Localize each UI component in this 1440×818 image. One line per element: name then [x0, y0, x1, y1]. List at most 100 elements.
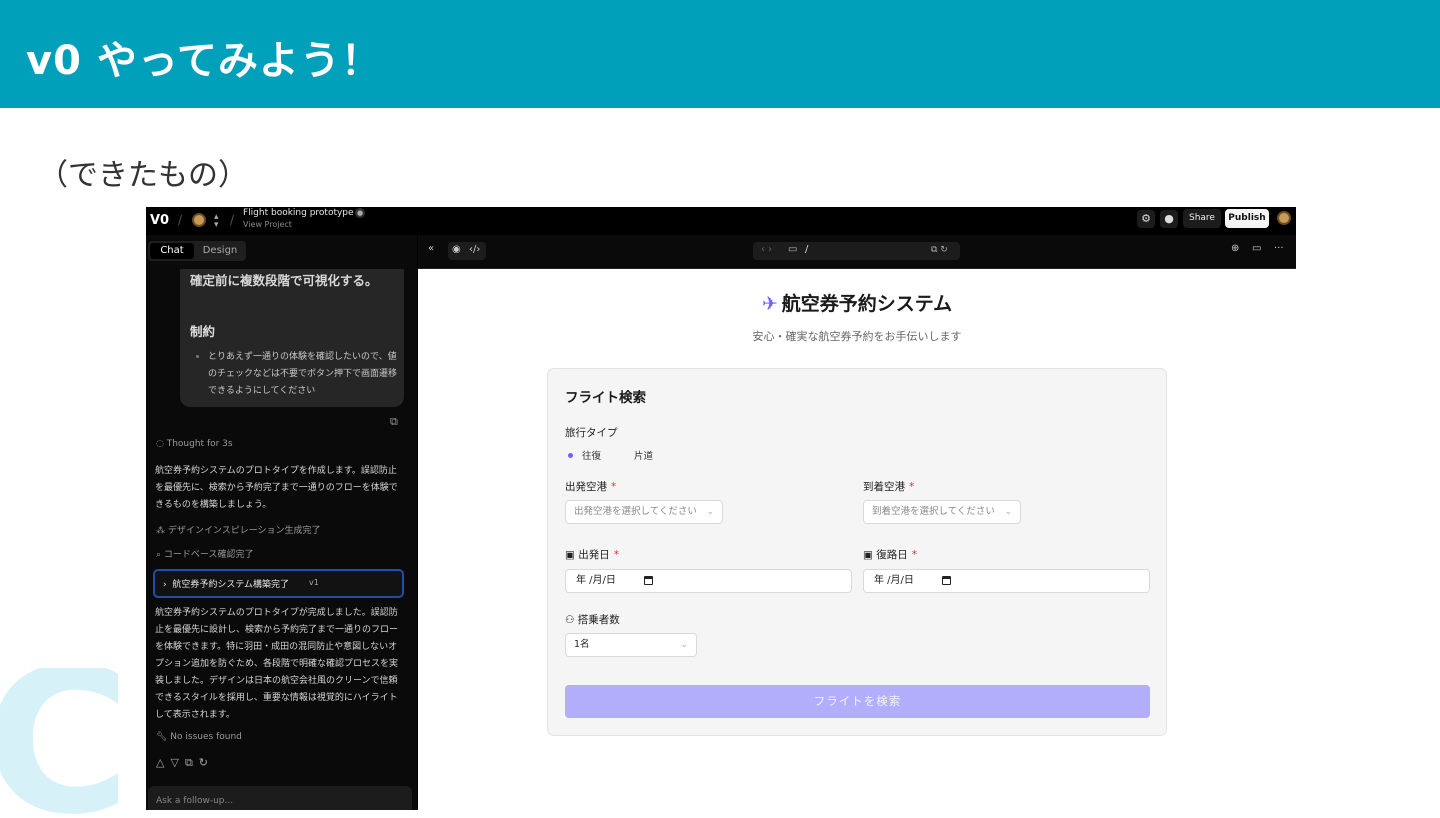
- step-design-inspiration[interactable]: ⁂ デザインインスピレーション生成完了: [156, 523, 321, 536]
- departure-date-text: 出発日: [578, 549, 610, 561]
- url-bar[interactable]: ‹ › ▭ / ⧉ ↻: [753, 242, 960, 260]
- flight-search-card: フライト検索 旅行タイプ 往復 片道 出発空港 * 出発空港を選択してください ⌄ …: [547, 368, 1167, 736]
- no-issues-status: 🔧︎ No issues found: [156, 732, 242, 742]
- view-project-link[interactable]: View Project: [243, 220, 292, 229]
- github-icon[interactable]: ●: [1160, 210, 1178, 228]
- search-flights-button[interactable]: フライトを検索: [565, 685, 1150, 718]
- followup-input[interactable]: Ask a follow-up...: [148, 786, 412, 810]
- user-avatar[interactable]: [1277, 211, 1291, 225]
- step-label: デザインインスピレーション生成完了: [167, 526, 321, 536]
- layout-icon[interactable]: ▭: [1252, 243, 1261, 254]
- slide-header: v0 やってみよう！: [0, 0, 1440, 108]
- required-mark: *: [611, 481, 617, 493]
- slide-title: v0 やってみよう！: [26, 38, 382, 84]
- version-badge: v1: [309, 578, 319, 587]
- project-title[interactable]: Flight booking prototype: [243, 208, 354, 218]
- top-bar: V0 / ▴ ▾ / Flight booking prototype ● Vie…: [146, 207, 1296, 235]
- v0-logo[interactable]: V0: [150, 213, 169, 228]
- date-placeholder: 年 /月/日: [576, 575, 616, 586]
- passengers-text: 搭乗者数: [577, 614, 620, 626]
- version-card[interactable]: › 航空券予約システム構築完了 v1: [153, 569, 404, 598]
- calendar-icon: ▣: [565, 549, 579, 561]
- passengers-select[interactable]: 1名 ⌄: [565, 633, 697, 657]
- breadcrumb-separator: /: [230, 213, 235, 227]
- tab-chat[interactable]: Chat: [150, 243, 194, 259]
- copy-icon[interactable]: ⧉: [390, 415, 398, 429]
- publish-button[interactable]: Publish: [1225, 209, 1269, 228]
- return-date-input[interactable]: 年 /月/日: [863, 569, 1150, 593]
- view-toggle: ◉ ‹/›: [448, 242, 486, 260]
- departure-date-input[interactable]: 年 /月/日: [565, 569, 852, 593]
- brain-icon: ◌: [156, 439, 167, 449]
- select-placeholder: 出発空港を選択してください: [574, 506, 697, 517]
- code-icon[interactable]: ‹/›: [469, 244, 480, 255]
- thought-indicator[interactable]: ◌ Thought for 3s: [156, 439, 233, 449]
- tab-design[interactable]: Design: [196, 243, 244, 259]
- open-external-icon[interactable]: ⧉ ↻: [931, 245, 948, 255]
- calendar-picker-icon[interactable]: [942, 576, 951, 585]
- user-message-bubble: 確定前に複数段階で可視化する。 制約 とりあえず一通りの体験を確認したいので、値…: [180, 269, 404, 407]
- arrival-airport-select[interactable]: 到着空港を選択してください ⌄: [863, 500, 1021, 524]
- target-icon[interactable]: ⊕: [1231, 243, 1239, 254]
- copy-icon[interactable]: ⧉: [185, 756, 199, 769]
- passengers-label: ⚇ 搭乗者数: [565, 612, 620, 627]
- chevron-right-icon: ›: [163, 580, 173, 590]
- radio-round-trip[interactable]: 往復: [582, 448, 601, 462]
- avatar[interactable]: [192, 213, 206, 227]
- share-button[interactable]: Share: [1183, 209, 1221, 228]
- feedback-actions: △▽⧉↻: [156, 756, 214, 770]
- device-icon[interactable]: ▭: [788, 244, 797, 255]
- nav-arrows-icon[interactable]: ‹ ›: [761, 244, 772, 255]
- app-title-text: 航空券予約システム: [781, 293, 953, 315]
- constraint-item: とりあえず一通りの体験を確認したいので、値のチェックなどは不要でボタン押下で画面…: [208, 352, 398, 396]
- trip-type-label: 旅行タイプ: [565, 427, 618, 439]
- retry-icon[interactable]: ↻: [199, 756, 214, 769]
- sparkle-icon: ⁂: [156, 526, 168, 536]
- required-mark: *: [909, 481, 915, 493]
- app-preview: ✈ 航空券予約システム 安心・確実な航空券予約をお手伝いします フライト検索 旅行…: [418, 269, 1296, 810]
- chevron-down-icon: ⌄: [680, 640, 688, 650]
- return-date-text: 復路日: [876, 549, 908, 561]
- departure-date-label: ▣ 出発日 *: [565, 547, 619, 562]
- date-placeholder: 年 /月/日: [874, 575, 914, 586]
- constraints-heading: 制約: [190, 324, 216, 339]
- slide-subtitle: （できたもの）: [38, 158, 248, 193]
- background-logo: C: [0, 668, 131, 818]
- radio-selected-icon[interactable]: [568, 453, 573, 458]
- v0-screenshot: V0 / ▴ ▾ / Flight booking prototype ● Vie…: [146, 207, 1296, 810]
- chevron-updown-icon[interactable]: ▴ ▾: [214, 213, 219, 230]
- app-subtitle: 安心・確実な航空券予約をお手伝いします: [752, 330, 962, 343]
- panel-tabs: Chat Design: [148, 241, 246, 261]
- url-path: /: [805, 244, 809, 255]
- calendar-icon: ▣: [863, 549, 877, 561]
- step-codebase-check[interactable]: ⌕ コードベース確認完了: [156, 547, 253, 560]
- wrench-icon: 🔧︎: [156, 732, 171, 742]
- chevron-down-icon: ⌄: [706, 507, 714, 517]
- breadcrumb-separator: /: [178, 213, 183, 227]
- no-issues-label: No issues found: [170, 732, 242, 742]
- followup-placeholder: Ask a follow-up...: [156, 796, 234, 806]
- lock-icon: ●: [355, 208, 365, 218]
- users-icon: ⚇: [565, 614, 578, 626]
- thumbs-down-icon[interactable]: ▽: [170, 756, 184, 769]
- settings-icon[interactable]: ⚙: [1137, 210, 1155, 228]
- more-icon[interactable]: ···: [1274, 243, 1284, 254]
- app-title: ✈ 航空券予約システム: [418, 289, 1296, 316]
- thumbs-up-icon[interactable]: △: [156, 756, 170, 769]
- bullet-dot: [196, 355, 199, 358]
- return-date-label: ▣ 復路日 *: [863, 547, 917, 562]
- version-text: 航空券予約システム構築完了: [172, 580, 290, 590]
- departure-airport-text: 出発空港: [565, 481, 607, 493]
- departure-airport-label: 出発空港 *: [565, 479, 616, 494]
- required-mark: *: [613, 549, 620, 561]
- collapse-icon[interactable]: «: [428, 243, 434, 254]
- radio-one-way[interactable]: 片道: [634, 448, 653, 462]
- version-label: › 航空券予約システム構築完了: [163, 577, 289, 590]
- eye-icon[interactable]: ◉: [452, 244, 461, 255]
- calendar-picker-icon[interactable]: [644, 576, 653, 585]
- select-placeholder: 到着空港を選択してください: [872, 506, 995, 517]
- chat-panel: Chat Design 確定前に複数段階で可視化する。 制約 とりあえず一通りの…: [146, 235, 417, 810]
- departure-airport-select[interactable]: 出発空港を選択してください ⌄: [565, 500, 723, 524]
- message-heading: 確定前に複数段階で可視化する。: [190, 273, 378, 288]
- arrival-airport-label: 到着空港 *: [863, 479, 914, 494]
